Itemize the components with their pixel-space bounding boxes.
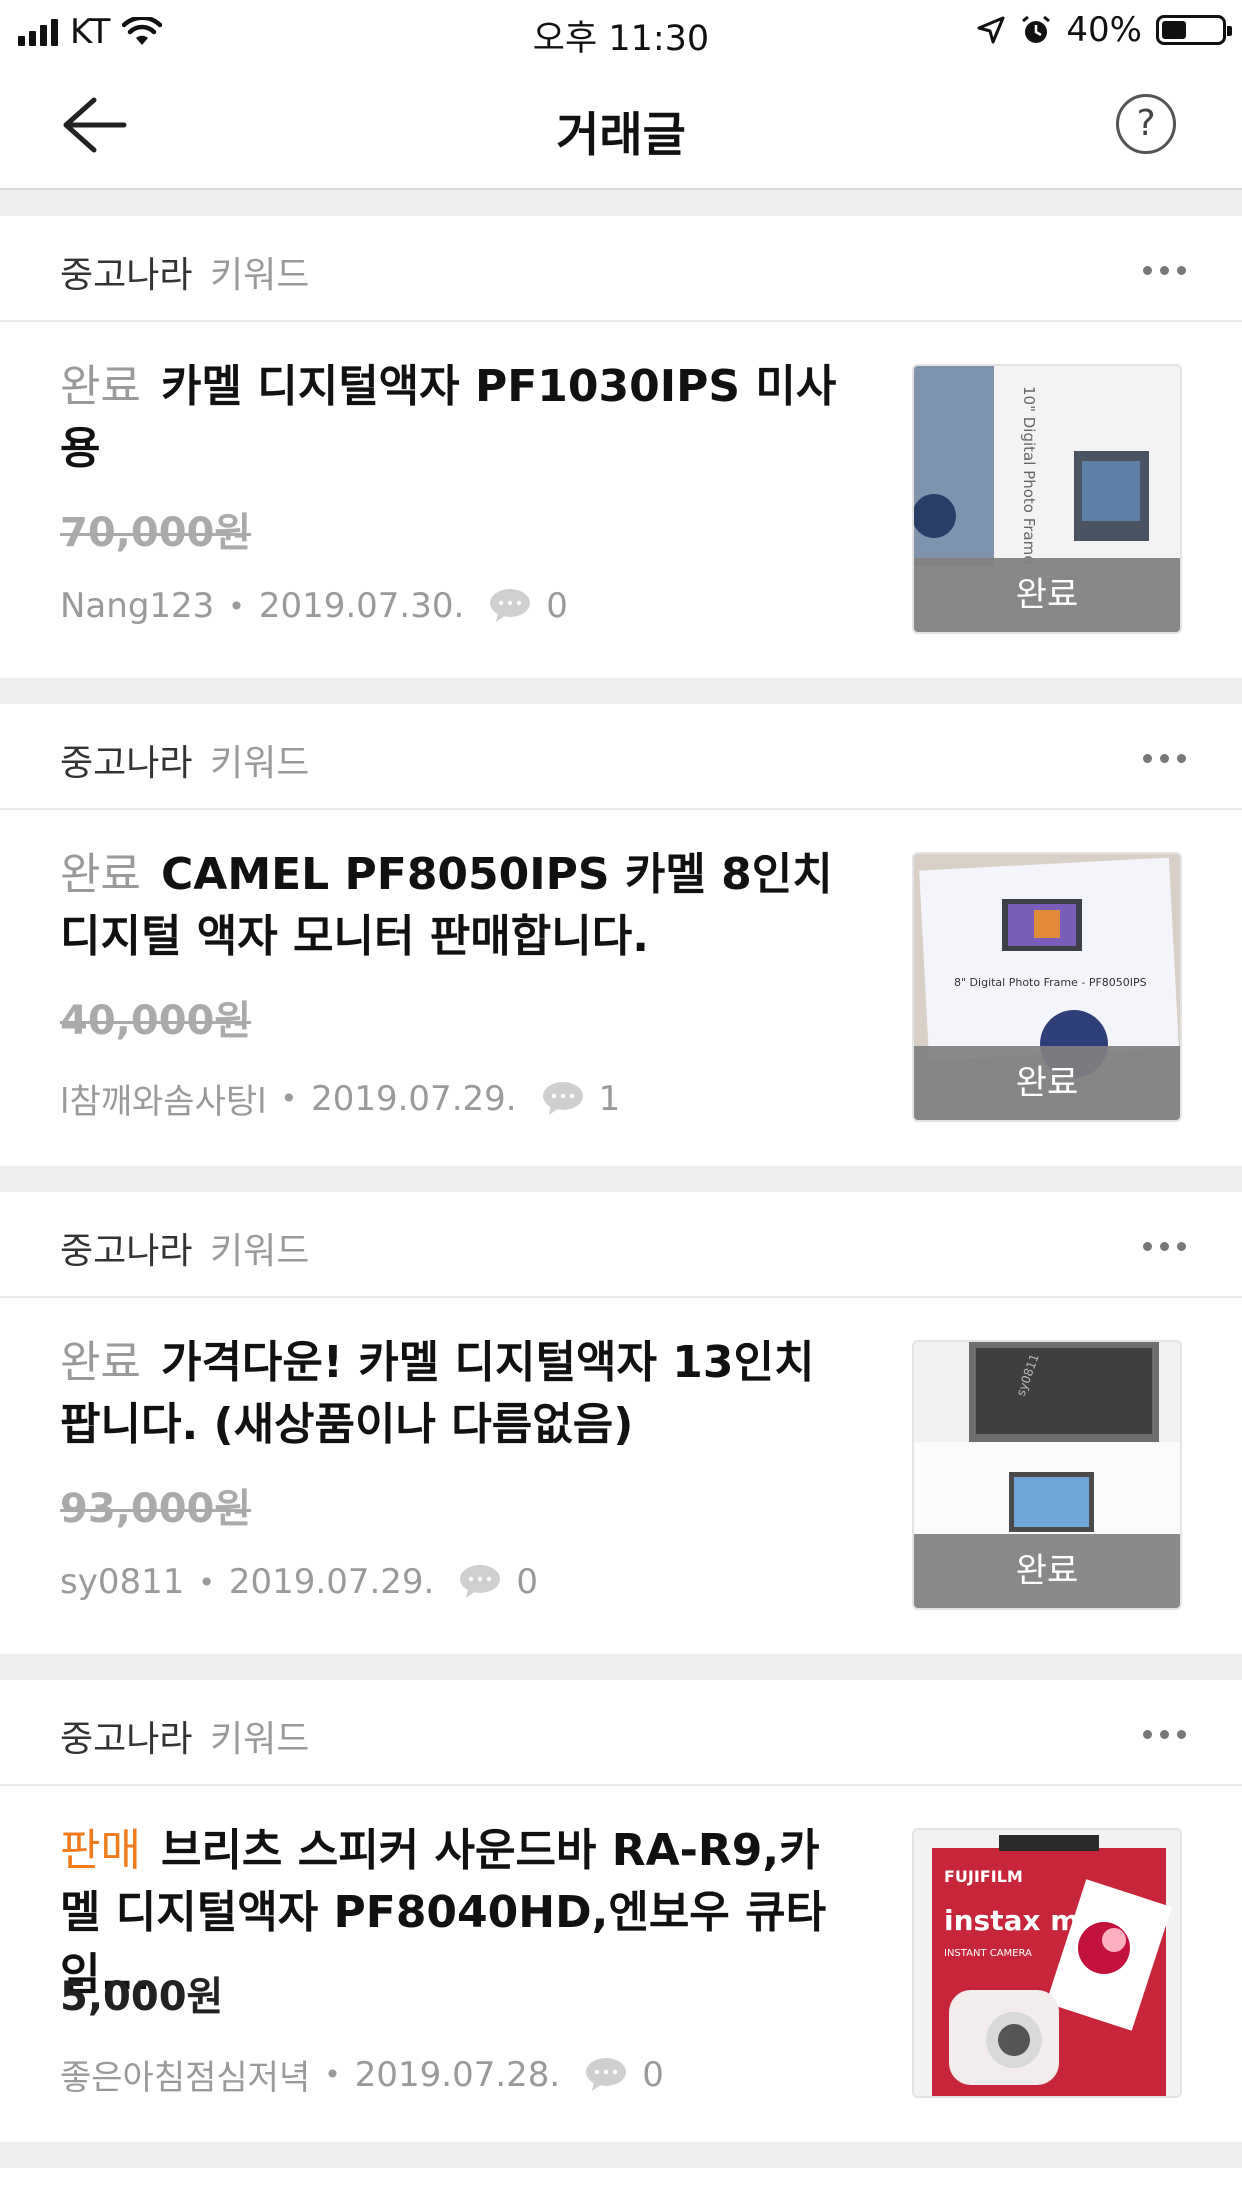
keyword-label: 키워드 <box>210 1719 310 1760</box>
status-label: 판매 <box>60 1825 141 1876</box>
brand-text: FUJIFILM <box>944 1867 1023 1886</box>
post-date: 2019.07.29. <box>228 1562 435 1602</box>
card-header: 중고나라 키워드 <box>0 704 1242 810</box>
price: 5,000원 <box>60 1974 224 2020</box>
listing-title-text: CAMEL PF8050IPS 카멜 8인치 디지털 액자 모니터 판매합니다. <box>60 849 833 962</box>
listing-thumbnail[interactable]: 8" Digital Photo Frame - PF8050IPS 완료 <box>912 852 1182 1122</box>
seller-name: sy0811 <box>60 1562 185 1602</box>
listing-title[interactable]: 완료 카멜 디지털액자 PF1030IPS 미사용 <box>60 356 860 480</box>
battery-icon <box>1156 15 1232 45</box>
keyword-label: 키워드 <box>210 1231 310 1272</box>
listing-title[interactable]: 완료 CAMEL PF8050IPS 카멜 8인치 디지털 액자 모니터 판매합니… <box>60 844 860 968</box>
page-title: 거래글 <box>556 108 686 163</box>
more-options-button[interactable] <box>1143 754 1186 763</box>
battery-percent: 40% <box>1066 10 1142 50</box>
comment-count: 0 <box>642 2054 664 2095</box>
status-label: 완료 <box>60 849 141 900</box>
comment-icon <box>490 589 531 622</box>
comment-count: 1 <box>598 1078 621 1119</box>
comment-icon <box>542 1081 583 1115</box>
product-image-text: 8" Digital Photo Frame - PF8050IPS <box>954 976 1147 989</box>
listing-card[interactable]: 중고나라 키워드 완료 가격다운! 카멜 디지털액자 13인치 팝니다. (새상품… <box>0 1192 1242 1654</box>
location-arrow-icon <box>977 16 1005 44</box>
product-image-text: 10" Digital Photo Frame <box>1020 386 1038 564</box>
listing-meta: sy0811 • 2019.07.29. 0 <box>60 1562 539 1602</box>
status-label: 완료 <box>60 361 141 412</box>
card-header: 중고나라 키워드 <box>0 1680 1242 1786</box>
listing-title[interactable]: 완료 가격다운! 카멜 디지털액자 13인치 팝니다. (새상품이나 다름없음) <box>60 1332 860 1456</box>
keyword-label: 키워드 <box>210 2198 309 2208</box>
source-label: 중고나라 <box>60 2198 192 2208</box>
price: 93,000원 <box>60 1486 252 1532</box>
listing-meta: 좋은아침점심저녁 • 2019.07.28. 0 <box>60 2050 664 2099</box>
card-header: 중고나라 키워드 <box>0 2168 1242 2208</box>
comment-icon <box>586 2057 627 2091</box>
source-label: 중고나라 <box>60 255 193 296</box>
post-date: 2019.07.28. <box>354 2054 561 2095</box>
comment-count: 0 <box>546 586 568 626</box>
listing-card-partial[interactable]: 중고나라 키워드 <box>0 2168 1242 2208</box>
post-date: 2019.07.30. <box>258 586 465 626</box>
listing-title-text: 카멜 디지털액자 PF1030IPS 미사용 <box>60 361 837 474</box>
listing-meta: Nang123 • 2019.07.30. 0 <box>60 586 568 626</box>
listing-meta: l참깨와솜사탕l • 2019.07.29. 1 <box>60 1074 620 1123</box>
nav-bar: 거래글 ? <box>0 62 1242 190</box>
price: 70,000원 <box>60 510 252 556</box>
card-header: 중고나라 키워드 <box>0 216 1242 322</box>
source-label: 중고나라 <box>60 743 193 784</box>
help-button[interactable]: ? <box>1116 94 1176 154</box>
more-options-button[interactable] <box>1143 1242 1186 1251</box>
thumb-status-badge: 완료 <box>914 558 1180 632</box>
thumb-status-badge: 완료 <box>914 1046 1180 1120</box>
product-image: FUJIFILM instax mini7S INSTANT CAMERA <box>914 1830 1180 2096</box>
source-label: 중고나라 <box>60 1231 193 1272</box>
listing-card[interactable]: 중고나라 키워드 판매 브리츠 스피커 사운드바 RA-R9,카멜 디지털액자 P… <box>0 1680 1242 2142</box>
listing-thumbnail[interactable]: FUJIFILM instax mini7S INSTANT CAMERA <box>912 1828 1182 2098</box>
listing-card[interactable]: 중고나라 키워드 완료 CAMEL PF8050IPS 카멜 8인치 디지털 액자… <box>0 704 1242 1166</box>
screen: KT 오후 11:30 40% 거래글 ? 중고나라 키워드 완료 카멜 디지털… <box>0 0 1242 2208</box>
status-label: 완료 <box>60 1337 141 1388</box>
source-label: 중고나라 <box>60 1719 193 1760</box>
seller-name: l참깨와솜사탕l <box>60 1082 267 1122</box>
status-bar: KT 오후 11:30 40% <box>0 0 1242 62</box>
keyword-label: 키워드 <box>210 743 310 784</box>
keyword-label: 키워드 <box>210 255 310 296</box>
seller-name: Nang123 <box>60 586 215 626</box>
card-header: 중고나라 키워드 <box>0 1192 1242 1298</box>
alarm-icon <box>1022 15 1051 43</box>
listing-card[interactable]: 중고나라 키워드 완료 카멜 디지털액자 PF1030IPS 미사용 70,000… <box>0 216 1242 678</box>
more-options-button[interactable] <box>1143 1730 1186 1739</box>
comment-count: 0 <box>516 1562 539 1602</box>
seller-name: 좋은아침점심저녁 <box>60 2058 311 2098</box>
product-sub-text: INSTANT CAMERA <box>944 1948 1032 1959</box>
price: 40,000원 <box>60 998 252 1044</box>
thumb-status-badge: 완료 <box>914 1534 1180 1608</box>
listing-thumbnail[interactable]: sy0811 완료 <box>912 1340 1182 1610</box>
listing-thumbnail[interactable]: 10" Digital Photo Frame 완료 <box>912 364 1182 634</box>
post-date: 2019.07.29. <box>311 1078 517 1119</box>
listing-title-text: 가격다운! 카멜 디지털액자 13인치 팝니다. (새상품이나 다름없음) <box>60 1337 815 1450</box>
comment-icon <box>460 1565 501 1598</box>
more-options-button[interactable] <box>1143 266 1186 275</box>
